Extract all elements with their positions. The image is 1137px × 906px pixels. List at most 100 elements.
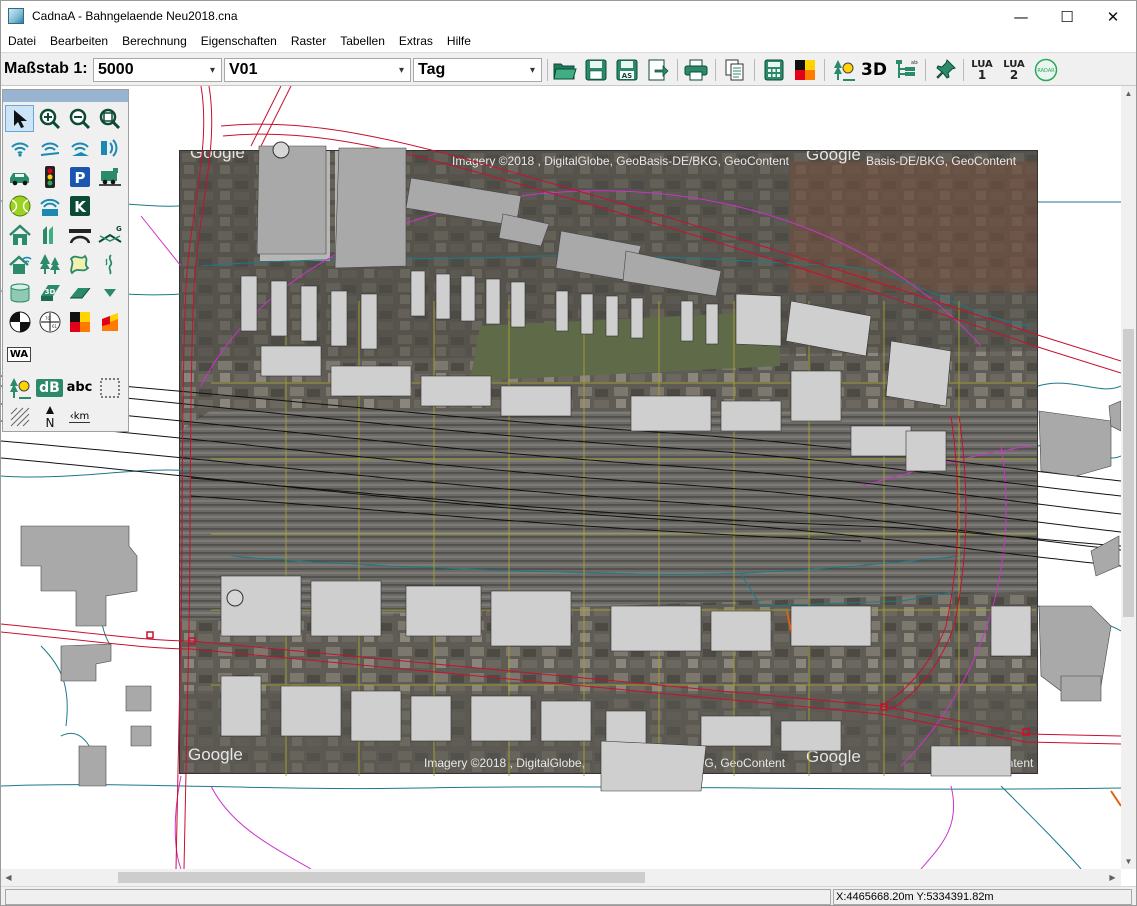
maximize-button[interactable]: ☐ — [1044, 1, 1090, 32]
cylinder-button[interactable] — [5, 279, 34, 306]
menu-datei[interactable]: Datei — [1, 32, 43, 51]
embankment-button[interactable] — [65, 279, 94, 306]
noise-map-icon — [795, 60, 815, 80]
road-button[interactable] — [5, 163, 34, 190]
save-as-button[interactable]: AS — [614, 57, 640, 83]
vegetation-button[interactable] — [35, 250, 64, 277]
zoom-window-button[interactable] — [95, 105, 124, 132]
menu-extras[interactable]: Extras — [392, 32, 440, 51]
auxiliary-polygon-button[interactable] — [95, 374, 124, 401]
horizontal-scroll-thumb[interactable] — [118, 872, 645, 883]
scroll-up-icon[interactable]: ▲ — [1121, 86, 1136, 101]
building-button[interactable] — [5, 221, 34, 248]
house-icon — [8, 223, 31, 245]
hatch-button[interactable] — [5, 403, 34, 430]
point-source-button[interactable] — [5, 134, 34, 161]
gauge-icon: 7061 — [39, 311, 60, 332]
receiver-tree-icon — [834, 60, 855, 81]
scroll-right-icon[interactable]: ▶ — [1105, 870, 1120, 885]
zoom-out-button[interactable] — [65, 105, 94, 132]
scroll-left-icon[interactable]: ◀ — [1, 870, 16, 885]
lua-script-1-button[interactable]: LUA 1 — [969, 57, 995, 83]
k-object-button[interactable]: K — [65, 192, 94, 219]
menu-raster[interactable]: Raster — [284, 32, 333, 51]
vertical-scroll-thumb[interactable] — [1123, 329, 1134, 617]
lua-script-2-button[interactable]: LUA 2 — [1001, 57, 1027, 83]
traffic-light-button[interactable] — [35, 163, 64, 190]
palette-title-bar[interactable] — [3, 90, 128, 102]
object-tree-button[interactable]: abc — [893, 57, 919, 83]
chevron-down-icon: ▾ — [209, 64, 216, 76]
export-button[interactable] — [645, 57, 671, 83]
area-receiver-button[interactable]: 70 61 — [35, 308, 64, 335]
svg-text:70: 70 — [45, 316, 51, 321]
cadnaa-app-icon[interactable] — [8, 8, 24, 24]
slope-button[interactable] — [95, 279, 124, 306]
receiver-point-button[interactable] — [5, 308, 34, 335]
scale-bar-button[interactable]: ‹km — [65, 403, 94, 430]
variant-select[interactable]: V01 ▾ — [224, 58, 411, 82]
north-arrow-button[interactable]: N — [35, 403, 64, 430]
menu-bearbeiten[interactable]: Bearbeiten — [43, 32, 115, 51]
calc-area-button[interactable] — [5, 374, 34, 401]
close-button[interactable]: ✕ — [1090, 1, 1136, 32]
area-polygon-button[interactable] — [65, 250, 94, 277]
building-receiver-icon — [8, 254, 31, 274]
tennis-button[interactable] — [5, 192, 34, 219]
industry-button[interactable] — [35, 192, 64, 219]
chevron-down-icon: ▾ — [398, 64, 405, 76]
zoom-in-button[interactable] — [35, 105, 64, 132]
menu-berechnung[interactable]: Berechnung — [115, 32, 194, 51]
calculate-button[interactable] — [761, 57, 787, 83]
save-button[interactable] — [583, 57, 609, 83]
vertical-area-source-button[interactable] — [95, 134, 124, 161]
line-source-button[interactable] — [35, 134, 64, 161]
traffic-light-icon — [44, 165, 55, 188]
printer-icon — [684, 59, 708, 81]
parking-lot-button[interactable]: P — [65, 163, 94, 190]
print-button[interactable] — [683, 57, 709, 83]
polygon-area-icon — [69, 254, 89, 274]
area-source-button[interactable] — [65, 134, 94, 161]
select-tool-button[interactable] — [5, 105, 34, 132]
building-evaluation-button[interactable] — [5, 250, 34, 277]
view-3d-button[interactable]: 3D — [861, 57, 887, 83]
copy-button[interactable] — [722, 57, 748, 83]
minimize-button[interactable]: — — [998, 1, 1044, 32]
railway-button[interactable] — [95, 163, 124, 190]
noise-map-button[interactable] — [792, 57, 818, 83]
barrier-button[interactable] — [35, 221, 64, 248]
contour-line-button[interactable] — [95, 250, 124, 277]
zoom-out-icon — [69, 108, 90, 129]
industrial-noise-icon — [39, 198, 60, 216]
db-label-button[interactable]: dB — [35, 374, 64, 401]
cad-vector-overlay — [1, 86, 1121, 869]
3d-reflector-button[interactable]: 3D — [35, 279, 64, 306]
menu-tabellen[interactable]: Tabellen — [333, 32, 392, 51]
view-3d-label: 3D — [861, 60, 887, 80]
text-button[interactable]: abc — [65, 374, 94, 401]
db-label: dB — [39, 379, 60, 396]
scroll-down-icon[interactable]: ▼ — [1121, 854, 1136, 869]
menu-bar: Datei Bearbeiten Berechnung Eigenschafte… — [1, 32, 1136, 51]
ground-absorption-icon: G — [97, 225, 122, 243]
receiver-button[interactable] — [831, 57, 857, 83]
db-box: dB — [36, 378, 63, 397]
vertical-scrollbar[interactable]: ▲ ▼ — [1121, 86, 1136, 869]
svg-text:abc: abc — [911, 60, 918, 66]
period-select[interactable]: Tag ▾ — [413, 58, 542, 82]
grid-map-button[interactable] — [65, 308, 94, 335]
horizontal-scrollbar[interactable]: ◀ ▶ — [1, 869, 1121, 886]
radar-button[interactable]: RADAR — [1033, 57, 1059, 83]
menu-hilfe[interactable]: Hilfe — [440, 32, 478, 51]
open-button[interactable] — [552, 57, 578, 83]
facade-map-button[interactable] — [95, 308, 124, 335]
ground-absorption-button[interactable]: G — [95, 221, 124, 248]
land-use-button[interactable]: WA — [5, 341, 33, 368]
map-canvas[interactable]: Imagery ©2018 , DigitalGlobe, GeoBasis-D… — [1, 86, 1121, 869]
menu-eigenschaften[interactable]: Eigenschaften — [194, 32, 284, 51]
scale-select[interactable]: 5000 ▾ — [93, 58, 222, 82]
bridge-button[interactable] — [65, 221, 94, 248]
pin-button[interactable] — [932, 57, 958, 83]
maximize-icon: ☐ — [1060, 7, 1074, 26]
